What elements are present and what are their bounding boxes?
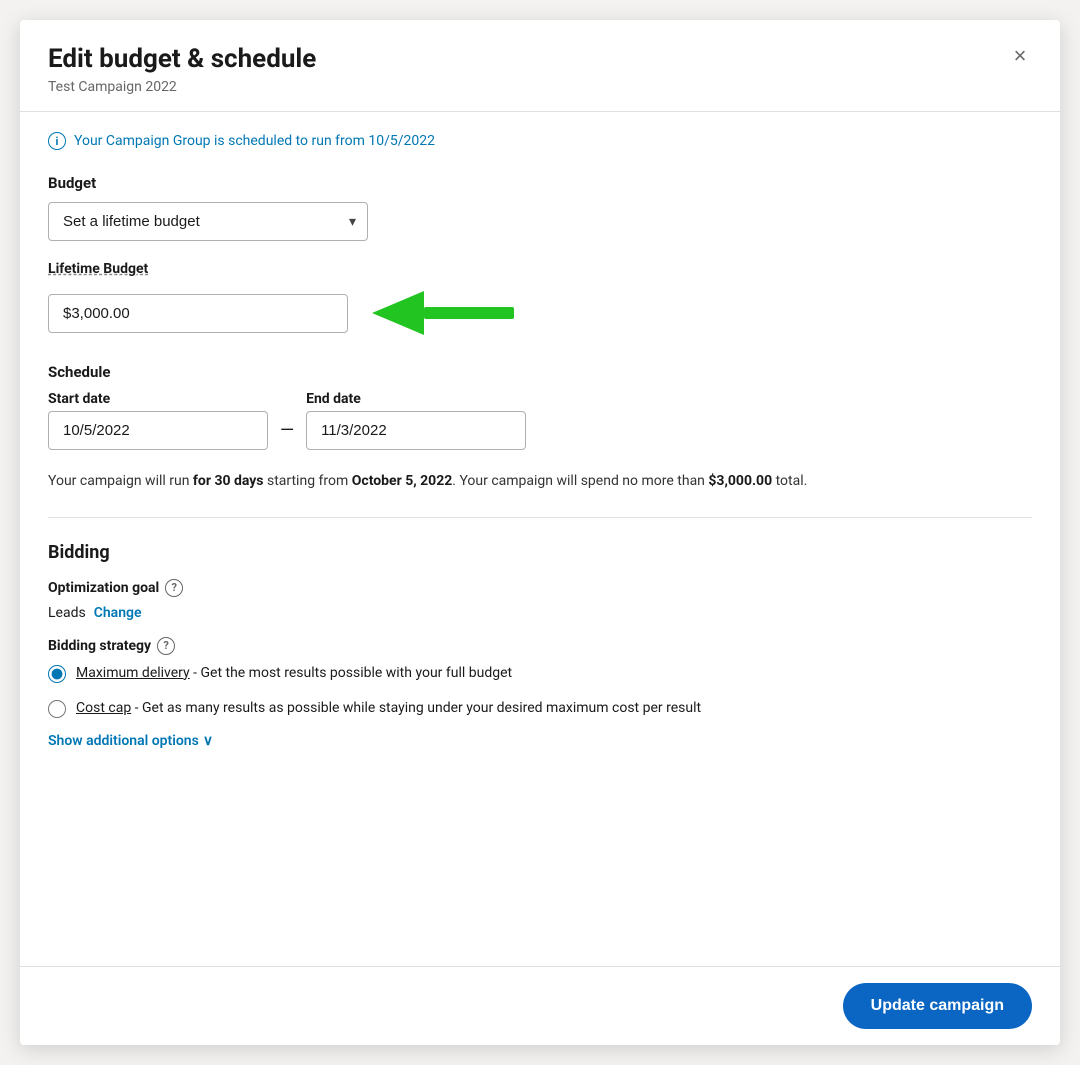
optimization-goal-value: Leads: [48, 605, 86, 621]
end-date-label: End date: [306, 391, 526, 407]
budget-section-label: Budget: [48, 174, 1032, 192]
budget-type-select[interactable]: Set a lifetime budget Set a daily budget: [48, 202, 368, 241]
summary-part1: Your campaign will run: [48, 473, 193, 489]
show-additional-label: Show additional options: [48, 733, 199, 749]
cost-cap-option: Cost cap - Get as many results as possib…: [48, 698, 1032, 719]
modal-title: Edit budget & schedule: [48, 44, 1032, 75]
info-icon: i: [48, 132, 66, 150]
bidding-strategy-label: Bidding strategy ?: [48, 637, 1032, 655]
summary-part3: . Your campaign will spend no more than: [452, 473, 708, 489]
date-row: Start date — End date: [48, 391, 1032, 450]
maximum-delivery-option: Maximum delivery - Get the most results …: [48, 663, 1032, 684]
lifetime-budget-group: Lifetime Budget: [48, 261, 1032, 343]
cost-cap-description: - Get as many results as possible while …: [131, 700, 701, 716]
optimization-goal-help-icon[interactable]: ?: [165, 579, 183, 597]
summary-bold1: for 30 days: [193, 473, 264, 489]
maximum-delivery-label[interactable]: Maximum delivery - Get the most results …: [76, 663, 512, 684]
cost-cap-text: Cost cap: [76, 700, 131, 716]
budget-select-wrapper: Set a lifetime budget Set a daily budget…: [48, 202, 368, 241]
change-optimization-goal-link[interactable]: Change: [94, 605, 142, 621]
bidding-title: Bidding: [48, 542, 1032, 563]
arrow-indicator: [364, 283, 524, 343]
summary-bold2: October 5, 2022: [352, 473, 453, 489]
optimization-goal-label: Optimization goal ?: [48, 579, 1032, 597]
modal-header: Edit budget & schedule Test Campaign 202…: [20, 20, 1060, 112]
summary-part4: total.: [772, 473, 807, 489]
chevron-down-icon: ∨: [203, 733, 213, 749]
modal-footer: Update campaign: [20, 966, 1060, 1045]
end-date-group: End date: [306, 391, 526, 450]
schedule-label: Schedule: [48, 363, 1032, 381]
edit-budget-modal: Edit budget & schedule Test Campaign 202…: [20, 20, 1060, 1045]
section-divider: [48, 517, 1032, 518]
maximum-delivery-radio[interactable]: [48, 665, 66, 683]
lifetime-budget-input[interactable]: [48, 294, 348, 333]
show-additional-options-link[interactable]: Show additional options ∨: [48, 733, 1032, 749]
summary-part2: starting from: [264, 473, 352, 489]
date-dash: —: [280, 420, 294, 441]
info-banner-text: Your Campaign Group is scheduled to run …: [74, 133, 435, 149]
schedule-section: Schedule Start date — End date: [48, 363, 1032, 450]
lifetime-budget-label: Lifetime Budget: [48, 261, 1032, 277]
maximum-delivery-text: Maximum delivery: [76, 665, 190, 681]
update-campaign-button[interactable]: Update campaign: [843, 983, 1032, 1029]
cost-cap-label[interactable]: Cost cap - Get as many results as possib…: [76, 698, 701, 719]
summary-bold3: $3,000.00: [708, 473, 772, 489]
start-date-group: Start date: [48, 391, 268, 450]
green-arrow-icon: [364, 283, 524, 343]
bidding-strategy-help-icon[interactable]: ?: [157, 637, 175, 655]
campaign-summary: Your campaign will run for 30 days start…: [48, 470, 1032, 492]
modal-body: i Your Campaign Group is scheduled to ru…: [20, 112, 1060, 828]
end-date-input[interactable]: [306, 411, 526, 450]
start-date-label: Start date: [48, 391, 268, 407]
modal-subtitle: Test Campaign 2022: [48, 79, 1032, 95]
info-banner: i Your Campaign Group is scheduled to ru…: [48, 132, 1032, 150]
maximum-delivery-description: - Get the most results possible with you…: [190, 665, 512, 681]
start-date-input[interactable]: [48, 411, 268, 450]
cost-cap-radio[interactable]: [48, 700, 66, 718]
close-button[interactable]: ×: [1004, 40, 1036, 72]
field-with-arrow: [48, 283, 1032, 343]
leads-row: Leads Change: [48, 605, 1032, 621]
